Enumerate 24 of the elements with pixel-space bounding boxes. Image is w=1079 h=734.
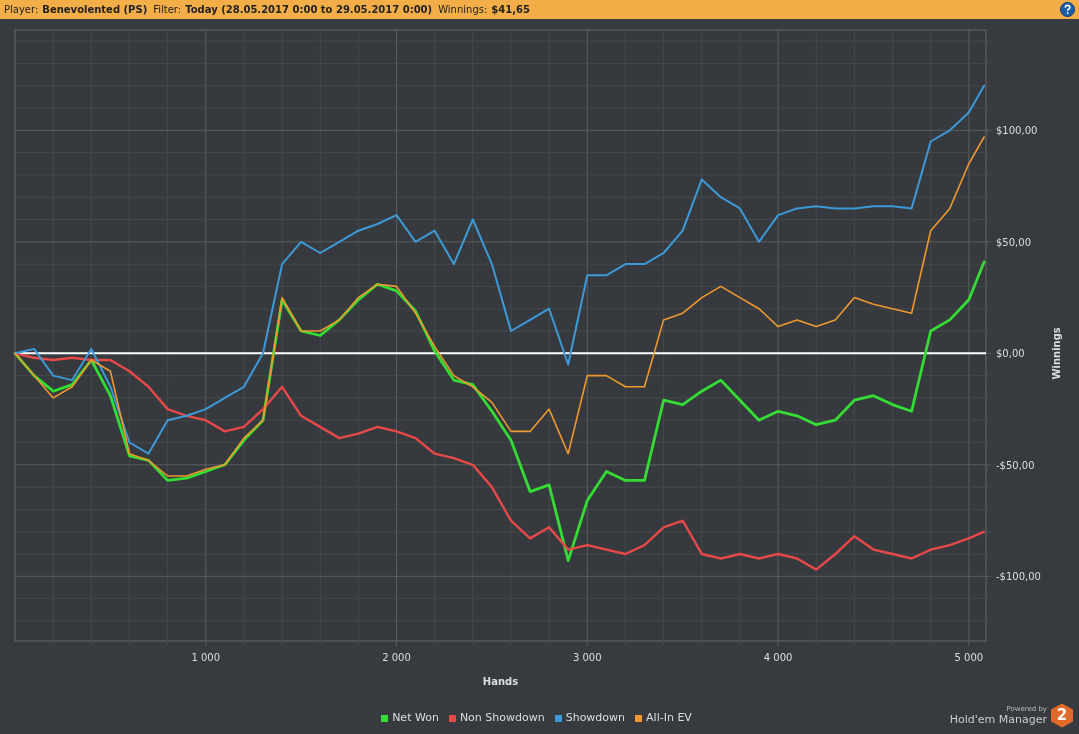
field-value: Benevolented (PS) [42,3,148,17]
y-tick-label: $50,00 [996,236,1031,248]
logo-badge: 2 [1051,703,1073,728]
field-label: Winnings: [438,3,488,17]
field-label: Player: [4,3,39,17]
x-tick-label: 2 000 [382,652,411,663]
y-tick-label: -$50,00 [996,459,1035,471]
product-name: Hold'em Manager [949,714,1047,725]
y-tick-label: -$100,00 [996,571,1041,583]
legend-label[interactable]: Showdown [565,710,626,727]
y-tick-label: $100,00 [996,125,1038,137]
x-tick-label: 3 000 [573,652,602,663]
x-tick-label: 1 000 [191,652,221,663]
field-value: Today (28.05.2017 0:00 to 29.05.2017 0:00) [185,3,433,17]
legend-label[interactable]: Non Showdown [459,710,545,727]
y-tick-label: $0,00 [996,348,1025,360]
legend-label[interactable]: All-In EV [646,710,692,727]
x-tick-label: 5 000 [954,652,984,663]
field-label: Filter: [153,3,182,17]
field-value: $41,65 [491,3,530,17]
y-axis-title: Winnings [1051,327,1062,380]
x-tick-label: 4 000 [763,652,793,663]
x-axis-title: Hands [482,676,519,687]
legend-label[interactable]: Net Won [392,710,439,727]
